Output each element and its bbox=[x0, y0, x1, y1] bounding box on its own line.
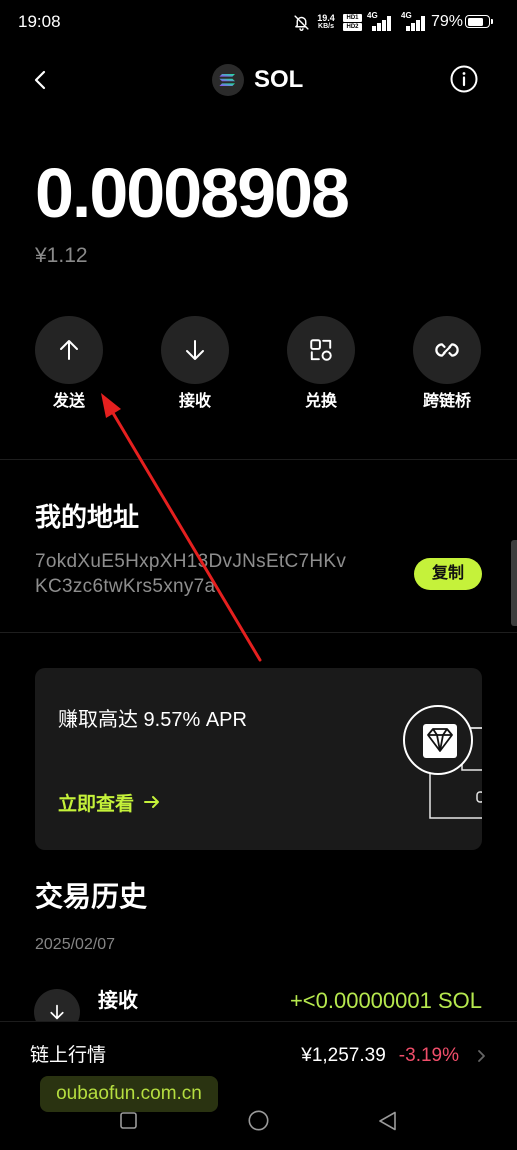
status-time: 19:08 bbox=[18, 12, 61, 31]
swap-icon bbox=[310, 339, 332, 361]
receive-label: 接收 bbox=[178, 393, 211, 410]
hd-sim2-label: HD2 bbox=[343, 23, 362, 31]
send-button[interactable]: 发送 bbox=[19, 316, 119, 426]
page-title: SOL bbox=[254, 66, 304, 93]
diamond-icon bbox=[403, 705, 482, 819]
swap-label: 兑换 bbox=[304, 393, 337, 410]
swap-button-circle[interactable] bbox=[287, 316, 355, 384]
arrow-down-icon bbox=[50, 1004, 64, 1020]
market-quote[interactable]: ¥1,257.39 -3.19% bbox=[301, 1044, 486, 1068]
hd-sim1-label: HD1 bbox=[343, 14, 362, 22]
chevron-left-icon[interactable] bbox=[30, 68, 52, 92]
annotation-arrow-shaft bbox=[111, 411, 262, 662]
info-icon[interactable] bbox=[450, 65, 478, 93]
arrow-up-icon bbox=[60, 340, 78, 360]
balance-fiat-value: ¥1.12 bbox=[35, 244, 88, 267]
market-label: 链上行情 bbox=[30, 1045, 107, 1066]
divider bbox=[0, 632, 517, 633]
send-button-circle[interactable] bbox=[35, 316, 103, 384]
copy-address-button[interactable]: 复制 bbox=[414, 558, 482, 590]
network-speed-unit: KB/s bbox=[318, 23, 334, 30]
network-speed: 19.4 KB/s bbox=[313, 13, 339, 31]
address-section-title: 我的地址 bbox=[35, 502, 140, 532]
promo-headline: 赚取高达 9.57% APR bbox=[58, 709, 247, 731]
bridge-label: 跨链桥 bbox=[422, 393, 471, 410]
send-label: 发送 bbox=[52, 393, 85, 410]
wallet-address-line1: 7okdXuE5HxpXH13DvJNsEtC7HKv bbox=[35, 551, 347, 572]
market-change: -3.19% bbox=[398, 1045, 459, 1066]
wallet-address-line2: KC3zc6twKrs5xny7a bbox=[35, 576, 216, 597]
watermark: oubaofun.com.cn bbox=[40, 1076, 218, 1112]
network-speed-value: 19.4 bbox=[317, 13, 335, 23]
status-bar: 19:08 19.4 KB/s HD1 HD2 4G 4G 79% bbox=[0, 0, 517, 44]
arrow-right-icon bbox=[144, 796, 160, 808]
divider bbox=[0, 459, 517, 460]
hd-voice-indicator: HD1 HD2 bbox=[343, 14, 362, 32]
battery-icon bbox=[465, 15, 490, 28]
signal-icon bbox=[406, 16, 425, 31]
balance-amount: 0.0008908 bbox=[35, 154, 350, 232]
history-date: 2025/02/07 bbox=[35, 936, 116, 953]
tx-amount: +<0.00000001 SOL bbox=[289, 988, 482, 1013]
transaction-history-title: 交易历史 bbox=[35, 881, 148, 912]
bridge-icon bbox=[435, 343, 459, 357]
signal-icon bbox=[372, 16, 391, 31]
bridge-button[interactable]: 跨链桥 bbox=[397, 316, 497, 426]
promo-view-now-link[interactable]: 立即查看 bbox=[58, 790, 160, 815]
apr-promo-card[interactable]: 赚取高达 9.57% APR 立即查看 bbox=[35, 668, 482, 850]
chevron-right-icon[interactable] bbox=[476, 1049, 486, 1063]
arrow-down-icon bbox=[186, 340, 204, 360]
promo-cta-label: 立即查看 bbox=[58, 793, 135, 815]
battery-percentage: 79% bbox=[431, 13, 464, 30]
back-triangle-icon[interactable] bbox=[378, 1111, 397, 1131]
swap-button[interactable]: 兑换 bbox=[271, 316, 371, 426]
battery-fill bbox=[467, 17, 483, 26]
edge-panel-handle[interactable] bbox=[511, 540, 517, 626]
receive-button-circle[interactable] bbox=[161, 316, 229, 384]
tx-type-label: 接收 bbox=[98, 990, 138, 1012]
bell-off-icon bbox=[294, 15, 309, 31]
solana-logo-icon bbox=[212, 64, 244, 96]
receive-button[interactable]: 接收 bbox=[145, 316, 245, 426]
home-circle-icon[interactable] bbox=[248, 1110, 269, 1131]
battery-nub bbox=[491, 19, 493, 24]
market-price: ¥1,257.39 bbox=[301, 1045, 386, 1066]
recents-square-icon[interactable] bbox=[120, 1112, 137, 1129]
bridge-button-circle[interactable] bbox=[413, 316, 481, 384]
